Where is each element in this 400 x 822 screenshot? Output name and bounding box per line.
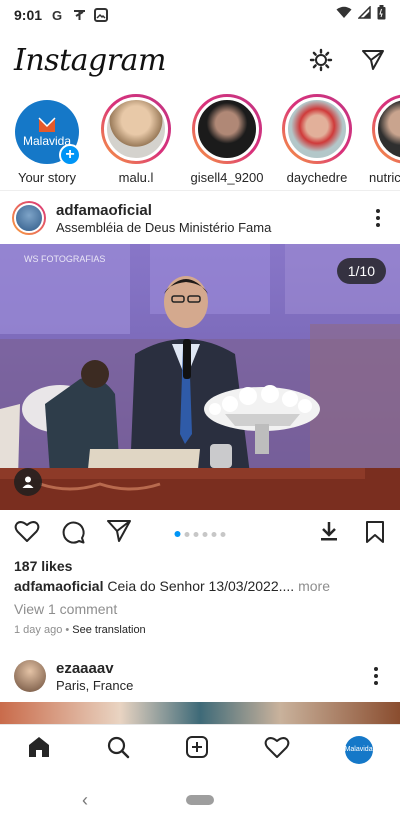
tagged-people-icon[interactable] — [14, 468, 42, 496]
avatar — [375, 97, 400, 161]
post-username[interactable]: adfamaoficial — [56, 202, 271, 219]
sun-icon — [309, 48, 333, 72]
post-username[interactable]: ezaaaav — [56, 660, 133, 677]
cell-signal-icon — [357, 5, 371, 24]
wifi-icon — [336, 6, 352, 24]
like-heart-icon[interactable] — [14, 519, 40, 550]
more-options-icon[interactable] — [366, 667, 386, 685]
post-time: 1 day ago — [14, 624, 63, 636]
post-location[interactable]: Paris, France — [56, 678, 133, 693]
paper-plane-icon — [362, 50, 384, 70]
share-paper-plane-icon[interactable] — [106, 519, 132, 550]
search-icon[interactable] — [106, 735, 130, 764]
story-label: nutricra — [369, 170, 400, 185]
activity-heart-icon[interactable] — [264, 735, 290, 764]
stories-divider — [0, 190, 400, 191]
carousel-dot — [220, 531, 226, 537]
post-image[interactable] — [0, 702, 400, 724]
status-bar: 9:01 G — [0, 0, 400, 30]
google-g-icon: G — [51, 7, 63, 23]
malavida-logo-icon — [38, 117, 56, 132]
avatar — [195, 97, 259, 161]
story-item[interactable]: nutricra — [369, 94, 400, 185]
add-story-icon[interactable]: + — [59, 144, 81, 166]
caption-more-link[interactable]: more — [298, 578, 330, 594]
more-options-icon[interactable] — [368, 209, 388, 227]
post-caption: adfamaoficial Ceia do Senhor 13/03/2022.… — [14, 578, 394, 594]
signal-t-icon — [72, 8, 86, 22]
story-your-story[interactable]: Malavida + Your story — [9, 94, 85, 185]
comment-icon[interactable] — [60, 519, 86, 550]
post-location[interactable]: Assembléia de Deus Ministério Fama — [56, 220, 271, 235]
story-label: gisell4_9200 — [190, 170, 264, 185]
post-photo-illustration — [0, 244, 400, 510]
status-time: 9:01 — [14, 7, 43, 23]
story-item[interactable]: malu.l — [98, 94, 174, 185]
story-label: malu.l — [118, 170, 154, 185]
battery-icon — [377, 5, 386, 25]
photo-icon — [94, 8, 109, 22]
profile-avatar[interactable]: Malavida — [344, 735, 373, 764]
avatar — [285, 97, 349, 161]
save-bookmark-icon[interactable] — [364, 520, 386, 549]
top-bar: Instagram — [0, 34, 400, 86]
likes-count[interactable]: 187 likes — [14, 558, 72, 574]
story-label: daychedre — [286, 170, 348, 185]
story-item[interactable]: daychedre — [279, 94, 355, 185]
bottom-nav: Malavida — [0, 724, 400, 774]
caption-text: Ceia do Senhor 13/03/2022.... — [107, 578, 295, 594]
carousel-dot — [184, 531, 190, 537]
download-icon[interactable] — [318, 520, 340, 549]
avatar[interactable] — [14, 660, 46, 692]
stories-tray: Malavida + Your story malu.l gisell4_920… — [0, 94, 400, 190]
carousel-dot — [211, 531, 217, 537]
post-header: adfamaoficial Assembléia de Deus Ministé… — [0, 196, 400, 240]
story-item[interactable]: gisell4_9200 — [189, 94, 265, 185]
post-actions — [0, 514, 400, 554]
avatar: Malavida + — [15, 100, 81, 166]
avatar[interactable] — [12, 201, 46, 235]
instagram-logo[interactable]: Instagram — [14, 43, 166, 78]
post-header: ezaaaav Paris, France — [0, 654, 400, 698]
carousel-indicator — [174, 531, 226, 537]
avatar — [104, 97, 168, 161]
carousel-counter: 1/10 — [336, 258, 386, 284]
back-chevron-icon[interactable]: ‹ — [82, 790, 88, 811]
activity-button[interactable] — [308, 47, 334, 73]
view-comments-link[interactable]: View 1 comment — [14, 601, 117, 617]
meta-separator: • — [62, 624, 73, 636]
post-image[interactable]: WS FOTOGRAFIAS 1/10 — [0, 244, 400, 510]
direct-messages-button[interactable] — [360, 47, 386, 73]
watermark: WS FOTOGRAFIAS — [24, 254, 106, 264]
home-icon[interactable] — [27, 735, 51, 764]
new-post-icon[interactable] — [185, 735, 209, 764]
caption-username[interactable]: adfamaoficial — [14, 578, 103, 594]
carousel-dot — [193, 531, 199, 537]
see-translation-link[interactable]: See translation — [72, 624, 145, 636]
story-label: Your story — [17, 170, 77, 185]
carousel-dot — [174, 531, 181, 537]
carousel-dot — [202, 531, 208, 537]
system-nav-bar: ‹ — [0, 778, 400, 822]
home-pill[interactable] — [186, 795, 214, 805]
post-meta: 1 day ago • See translation — [14, 624, 146, 636]
